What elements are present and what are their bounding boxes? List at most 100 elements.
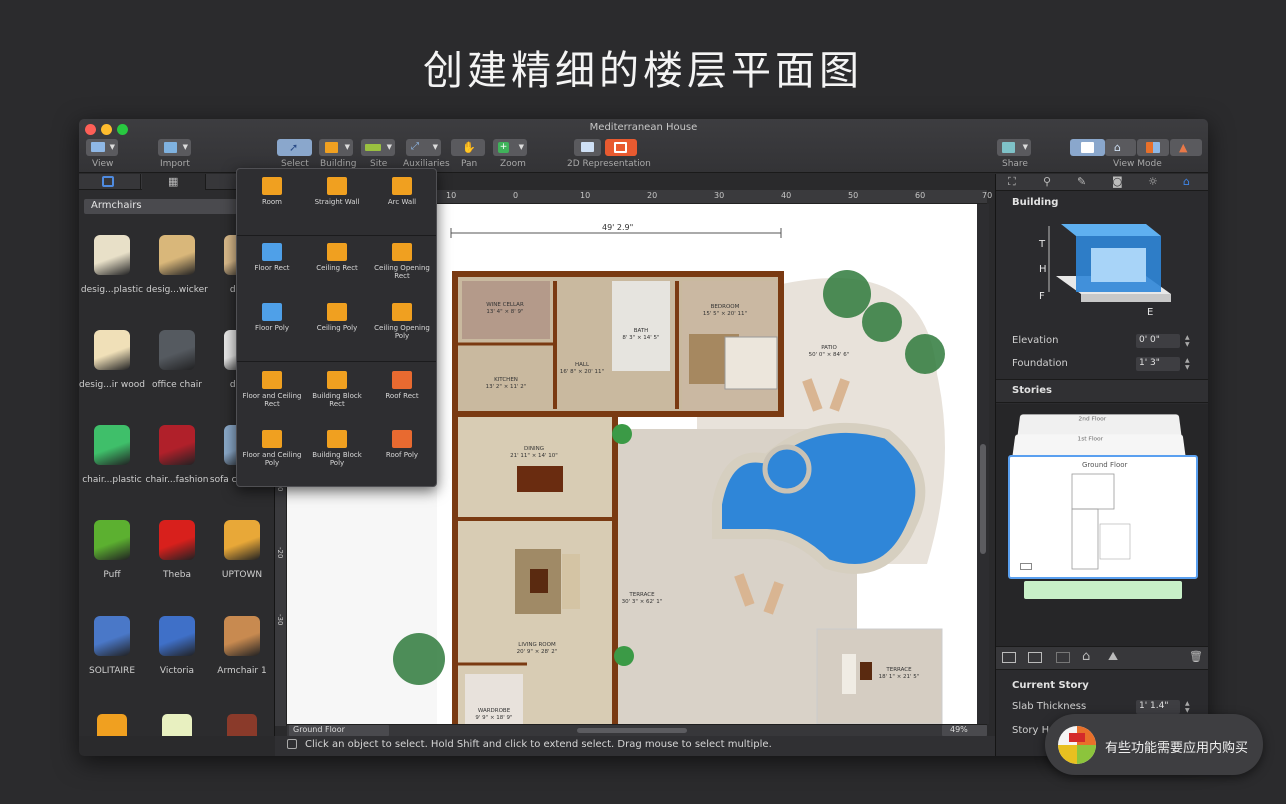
library-item[interactable]: Victoria xyxy=(144,606,210,676)
library-item[interactable]: chair...fashion xyxy=(144,415,210,485)
building-tab-icon[interactable]: ⌂ xyxy=(1183,175,1190,188)
library-item[interactable]: UPTOWN xyxy=(209,510,275,580)
library-item[interactable]: desig...plastic xyxy=(79,225,145,295)
view-mode-label: View Mode xyxy=(1113,159,1162,169)
zoom-button[interactable]: + ▼ xyxy=(493,139,527,156)
in-app-purchase-toast[interactable]: 有些功能需要应用内购买 xyxy=(1045,714,1263,775)
site-button[interactable]: ▼ xyxy=(361,139,395,156)
add-story-above-icon[interactable] xyxy=(1002,652,1016,663)
zoom-select[interactable]: 49% xyxy=(942,725,987,736)
building-tool[interactable]: Ceiling Poly xyxy=(304,303,370,332)
duplicate-story-icon[interactable] xyxy=(1056,652,1070,663)
share-label: Share xyxy=(1002,159,1028,169)
library-item[interactable]: desig...wicker xyxy=(144,225,210,295)
terrain-icon[interactable]: ⛰ xyxy=(1108,649,1118,664)
stamp-tab-icon[interactable]: ⚲ xyxy=(1043,175,1051,188)
2d-representation-button[interactable] xyxy=(605,139,637,156)
print-button[interactable] xyxy=(574,139,601,156)
view-label: View xyxy=(92,159,114,169)
foundation-field[interactable]: 1' 3" xyxy=(1136,357,1180,371)
library-item-label: office chair xyxy=(152,380,202,390)
building-tool-label: Floor Poly xyxy=(255,324,289,332)
library-item-partial[interactable] xyxy=(227,714,257,736)
building-button[interactable]: ▼ xyxy=(319,139,353,156)
camera-tab-icon[interactable]: ◙ xyxy=(1112,175,1123,188)
chevron-down-icon: ▼ xyxy=(432,143,438,151)
zoom-label: Zoom xyxy=(500,159,526,169)
building-tool[interactable]: Arc Wall xyxy=(369,177,435,206)
library-item-label: Puff xyxy=(103,570,121,580)
library-item[interactable]: Armchair 1 xyxy=(209,606,275,676)
story-card-basement[interactable] xyxy=(1024,581,1182,599)
add-story-below-icon[interactable] xyxy=(1028,652,1042,663)
armchair-thumbnail xyxy=(159,235,195,275)
story-select[interactable]: Ground Floor xyxy=(289,725,389,736)
room-size: 8' 3" × 14' 5" xyxy=(622,335,659,341)
building-tool[interactable]: Floor and Ceiling Poly xyxy=(239,430,305,467)
tab-objects[interactable] xyxy=(79,174,141,190)
building-tool[interactable]: Floor and Ceiling Rect xyxy=(239,371,305,408)
view-mode-2d-button[interactable] xyxy=(1070,139,1105,156)
tab-materials[interactable]: ▦ xyxy=(142,174,206,190)
sun-tab-icon[interactable]: ☼ xyxy=(1148,175,1158,188)
library-item-partial[interactable] xyxy=(162,714,192,736)
armchair-thumbnail xyxy=(94,520,130,560)
building-tool[interactable]: Floor Poly xyxy=(239,303,305,332)
library-item[interactable]: office chair xyxy=(144,320,210,390)
horizontal-scroll-thumb[interactable] xyxy=(577,728,687,733)
building-tool[interactable]: Roof Poly xyxy=(369,430,435,459)
auxiliaries-button[interactable]: ⤢ ▼ xyxy=(406,139,441,156)
select-button[interactable]: ➚ xyxy=(277,139,312,156)
building-tool[interactable]: Building Block Rect xyxy=(304,371,370,408)
building-tool[interactable]: Ceiling Opening Rect xyxy=(369,243,435,280)
building-tool[interactable]: Building Block Poly xyxy=(304,430,370,467)
view-mode-split-button[interactable] xyxy=(1137,139,1169,156)
library-item[interactable]: desig...ir wood xyxy=(79,320,145,390)
building-tool[interactable]: Straight Wall xyxy=(304,177,370,206)
building-tool-label: Floor and Ceiling Poly xyxy=(242,451,302,467)
library-item[interactable]: SOLITAIRE xyxy=(79,606,145,676)
slab-thickness-field[interactable]: 1' 1.4" xyxy=(1136,700,1180,714)
building-tool[interactable]: Roof Rect xyxy=(369,371,435,400)
view-button[interactable]: ▼ xyxy=(86,139,118,156)
library-item[interactable]: Puff xyxy=(79,510,145,580)
stories-stack: 2nd Floor 1st Floor Ground Floor xyxy=(996,404,1208,646)
dining-table xyxy=(517,466,563,492)
library-item[interactable]: chair...plastic xyxy=(79,415,145,485)
palm-tree xyxy=(393,633,445,685)
foundation-stepper[interactable]: ▲ ▼ xyxy=(1185,357,1193,371)
trash-icon[interactable]: 🗑 xyxy=(1189,650,1203,663)
slab-thickness-stepper[interactable]: ▲ ▼ xyxy=(1185,700,1193,714)
room-size: 16' 8" × 20' 11" xyxy=(560,369,604,375)
category-select[interactable]: Armchairs xyxy=(84,199,237,214)
pencil-tab-icon[interactable]: ✎ xyxy=(1077,175,1086,188)
elevation-stepper[interactable]: ▲ ▼ xyxy=(1185,334,1193,348)
plant xyxy=(612,424,632,444)
building-tool-icon xyxy=(262,371,282,389)
library-item-partial[interactable] xyxy=(97,714,127,736)
armchair-thumbnail xyxy=(159,616,195,656)
room-name: LIVING ROOM xyxy=(518,642,556,648)
armchair-thumbnail xyxy=(224,520,260,560)
house-icon[interactable]: ⌂ xyxy=(1082,649,1090,664)
building-tool[interactable]: Room xyxy=(239,177,305,206)
building-tool[interactable]: Floor Rect xyxy=(239,243,305,272)
room-name: WARDROBE xyxy=(478,708,511,714)
building-tool[interactable]: Ceiling Rect xyxy=(304,243,370,272)
label-e: E xyxy=(1147,307,1154,318)
view-mode-roof-button[interactable]: ▲ xyxy=(1170,139,1202,156)
category-value: Armchairs xyxy=(91,200,142,211)
story-card-ground-floor[interactable]: Ground Floor xyxy=(1008,455,1198,579)
vertical-scrollbar[interactable] xyxy=(977,204,989,724)
slab-thickness-label: Slab Thickness xyxy=(1012,701,1087,712)
import-button[interactable]: ▼ xyxy=(158,139,191,156)
scroll-thumb[interactable] xyxy=(980,444,986,554)
room-size: 21' 11" × 14' 10" xyxy=(510,453,558,459)
library-item[interactable]: Theba xyxy=(144,510,210,580)
share-button[interactable]: ▼ xyxy=(997,139,1031,156)
view-mode-3d-button[interactable]: ⌂ xyxy=(1105,139,1136,156)
pan-button[interactable]: ✋ xyxy=(451,139,485,156)
elevation-field[interactable]: 0' 0" xyxy=(1136,334,1180,348)
furniture-tab-icon[interactable]: ⛶ xyxy=(1008,175,1016,189)
building-tool[interactable]: Ceiling Opening Poly xyxy=(369,303,435,340)
